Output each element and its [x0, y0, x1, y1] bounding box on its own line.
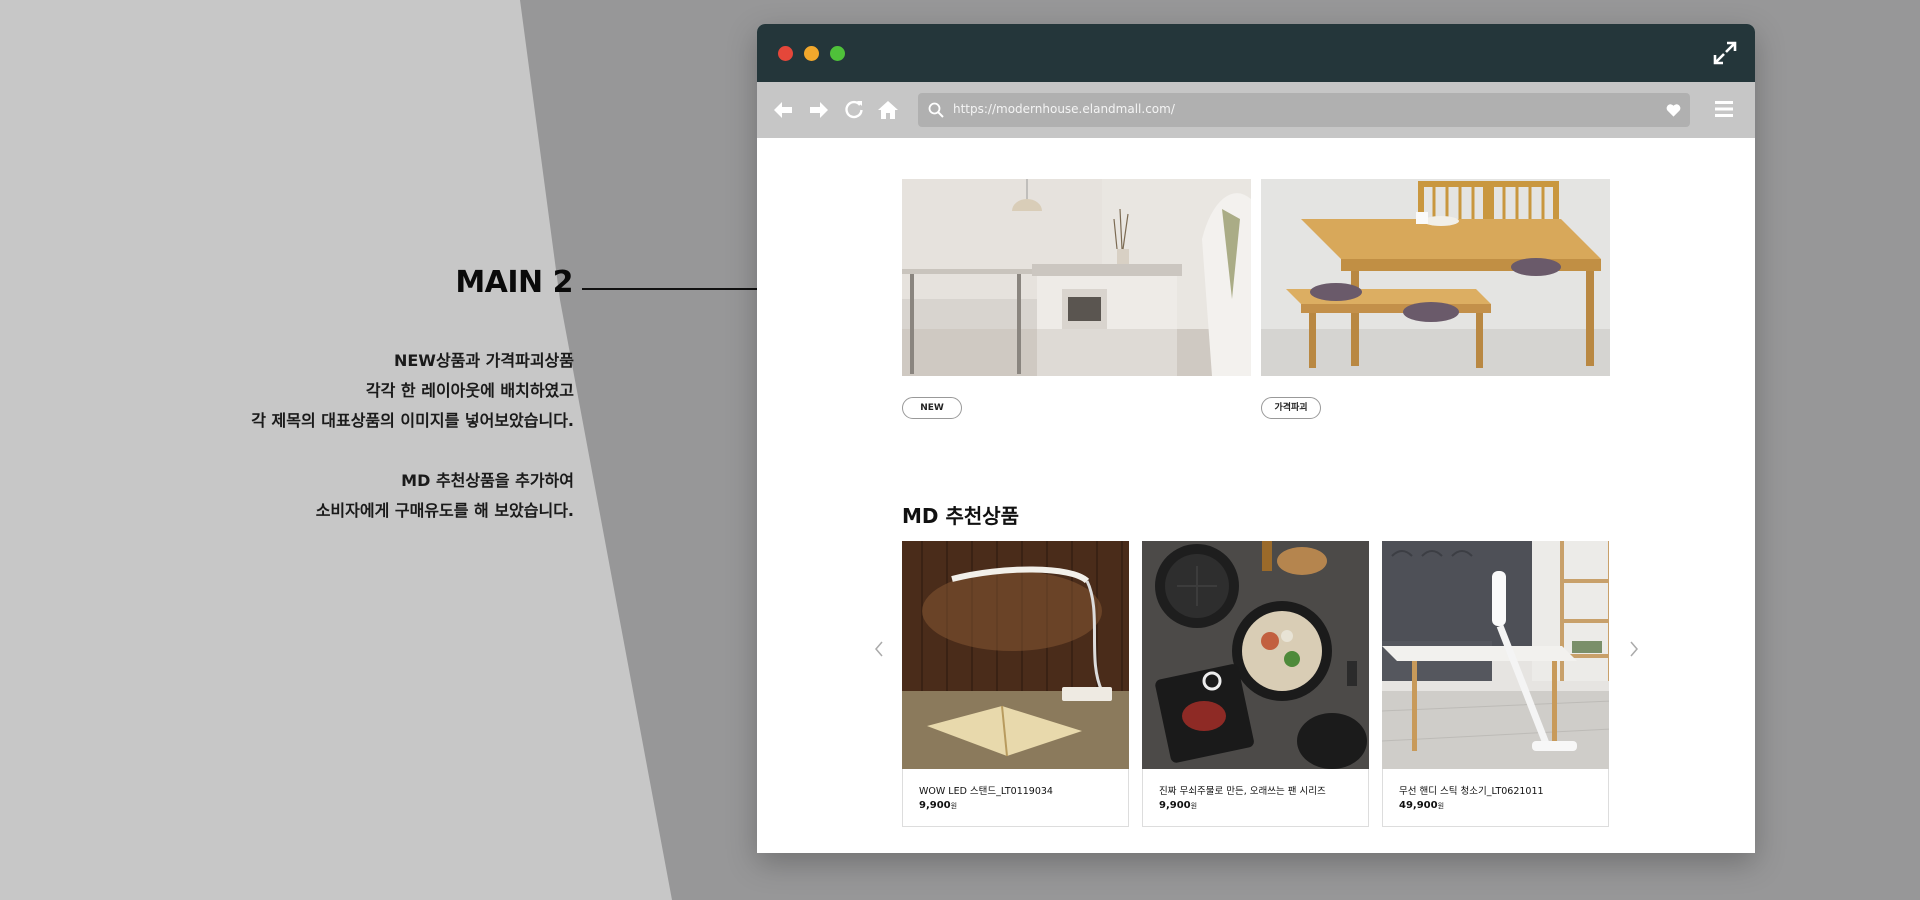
product-price: 49,900원 [1399, 800, 1444, 811]
md-section-title: MD 추천상품 [902, 504, 1020, 528]
product-image[interactable] [902, 541, 1129, 769]
product-price: 9,900원 [919, 800, 957, 811]
hamburger-menu-icon[interactable] [1715, 100, 1733, 118]
browser-window: https://modernhouse.elandmall.com/ NEW 가… [757, 24, 1755, 853]
led-desk-lamp-photo [902, 541, 1129, 769]
annotation-line: 소비자에게 구매유도를 해 보았습니다. [315, 501, 574, 520]
wooden-dining-table-photo [1261, 179, 1610, 376]
browser-toolbar: https://modernhouse.elandmall.com/ [757, 82, 1755, 138]
price-value: 49,900 [1399, 800, 1438, 811]
browser-titlebar [757, 24, 1755, 82]
address-bar[interactable]: https://modernhouse.elandmall.com/ [918, 93, 1690, 127]
product-name[interactable]: 진짜 무쇠주물로 만든, 오래쓰는 팬 시리즈 [1159, 783, 1326, 797]
fullscreen-icon[interactable] [1713, 41, 1737, 65]
minimize-window-button[interactable] [804, 46, 819, 61]
product-name[interactable]: WOW LED 스탠드_LT0119034 [919, 783, 1053, 797]
annotation-line: MD 추천상품을 추가하여 [401, 471, 574, 490]
cordless-stick-vacuum-photo [1382, 541, 1609, 769]
chevron-right-icon[interactable] [1627, 640, 1641, 658]
annotation-description-2: MD 추천상품을 추가하여 소비자에게 구매유도를 해 보았습니다. [316, 466, 574, 526]
product-image[interactable] [1382, 541, 1609, 769]
annotation-title: MAIN 2 [455, 265, 573, 300]
price-crash-banner-image[interactable] [1261, 179, 1610, 376]
product-card[interactable]: 무선 핸디 스틱 청소기_LT0621011 49,900원 [1382, 541, 1609, 827]
product-image[interactable] [1142, 541, 1369, 769]
home-icon[interactable] [877, 99, 899, 121]
annotation-line: 각각 한 레이아웃에 배치하였고 [365, 381, 574, 400]
chevron-left-icon[interactable] [872, 640, 886, 658]
cast-iron-pans-photo [1142, 541, 1369, 769]
page-content: NEW 가격파괴 MD 추천상품 WOW LED 스탠드_LT0119034 9… [757, 138, 1755, 853]
product-price: 9,900원 [1159, 800, 1197, 811]
price-value: 9,900 [919, 800, 951, 811]
currency-label: 원 [1190, 802, 1198, 810]
kitchen-island-photo [902, 179, 1251, 376]
product-name[interactable]: 무선 핸디 스틱 청소기_LT0621011 [1399, 783, 1544, 797]
annotation-line: NEW상품과 가격파괴상품 [393, 351, 574, 370]
new-banner-image[interactable] [902, 179, 1251, 376]
close-window-button[interactable] [778, 46, 793, 61]
annotation-line: 각 제목의 대표상품의 이미지를 넣어보았습니다. [251, 411, 574, 430]
currency-label: 원 [950, 802, 958, 810]
product-card[interactable]: 진짜 무쇠주물로 만든, 오래쓰는 팬 시리즈 9,900원 [1142, 541, 1369, 827]
url-text: https://modernhouse.elandmall.com/ [953, 102, 1175, 116]
back-icon[interactable] [772, 99, 794, 121]
price-crash-tag[interactable]: 가격파괴 [1261, 397, 1321, 419]
heart-icon[interactable] [1666, 103, 1681, 117]
product-card[interactable]: WOW LED 스탠드_LT0119034 9,900원 [902, 541, 1129, 827]
search-icon [928, 102, 944, 118]
reload-icon[interactable] [843, 99, 865, 121]
maximize-window-button[interactable] [830, 46, 845, 61]
new-tag[interactable]: NEW [902, 397, 962, 419]
currency-label: 원 [1437, 802, 1445, 810]
forward-icon[interactable] [808, 99, 830, 121]
price-value: 9,900 [1159, 800, 1191, 811]
annotation-description: NEW상품과 가격파괴상품 각각 한 레이아웃에 배치하였고 각 제목의 대표상… [251, 346, 574, 436]
